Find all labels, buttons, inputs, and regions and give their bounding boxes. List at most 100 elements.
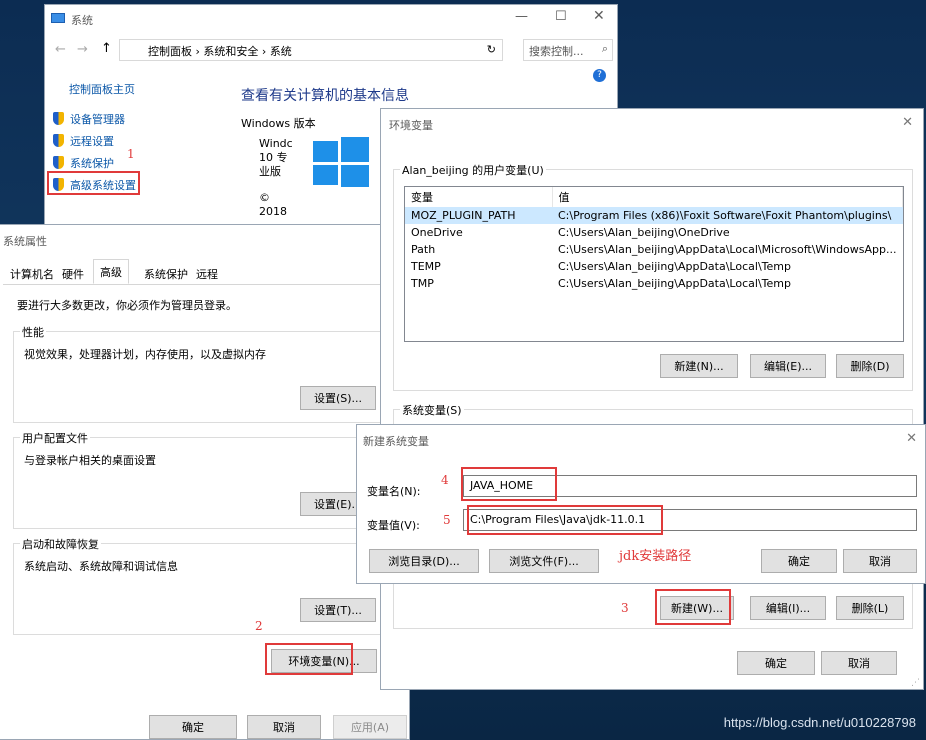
var-name: Path <box>411 243 436 256</box>
startup-recovery-desc: 系统启动、系统故障和调试信息 <box>24 560 178 573</box>
search-input[interactable]: 搜索控制... ⌕ <box>523 39 613 61</box>
performance-group: 性能 视觉效果，处理器计划，内存使用，以及虚拟内存 设置(S)... <box>13 324 393 423</box>
envvars-title: 环境变量 <box>389 119 433 132</box>
column-header-name[interactable]: 变量 <box>405 187 553 207</box>
tab-hardware[interactable]: 硬件 <box>55 261 91 283</box>
table-row[interactable]: TEMP C:\Users\Alan_beijing\AppData\Local… <box>405 258 903 275</box>
forward-arrow-icon[interactable]: → <box>77 42 88 57</box>
breadcrumb-security[interactable]: 系统和安全 <box>203 45 258 58</box>
shield-icon <box>53 134 64 147</box>
table-row[interactable]: MOZ_PLUGIN_PATH C:\Program Files (x86)\F… <box>405 207 903 224</box>
system-title: 系统 <box>71 14 93 27</box>
sysprops-title: 系统属性 <box>3 235 47 248</box>
column-header-value[interactable]: 值 <box>552 187 903 207</box>
system-variables-label: 系统变量(S) <box>400 402 464 418</box>
tab-advanced[interactable]: 高级 <box>93 259 129 284</box>
var-value: C:\Users\Alan_beijing\AppData\Local\Temp <box>558 260 791 273</box>
user-profiles-desc: 与登录帐户相关的桌面设置 <box>24 454 156 467</box>
var-value: C:\Users\Alan_beijing\AppData\Local\Micr… <box>558 243 897 256</box>
annotation-2: 2 <box>255 619 263 633</box>
startup-recovery-label: 启动和故障恢复 <box>20 536 101 552</box>
system-properties-dialog: 系统属性 计算机名 硬件 高级 系统保护 远程 要进行大多数更改，你必须作为管理… <box>0 224 410 740</box>
sidebar-item-remote[interactable]: 远程设置 <box>53 133 114 149</box>
new-system-variable-dialog: 新建系统变量 ✕ 变量名(N): JAVA_HOME 4 变量值(V): C:\… <box>356 424 926 584</box>
user-variables-table[interactable]: 变量 值 MOZ_PLUGIN_PATH C:\Program Files (x… <box>404 186 904 342</box>
sys-edit-button[interactable]: 编辑(I)... <box>750 596 826 620</box>
annotation-3: 3 <box>621 601 629 615</box>
envvars-cancel-button[interactable]: 取消 <box>821 651 897 675</box>
help-icon[interactable]: ? <box>593 69 606 82</box>
monitor-icon <box>51 13 65 23</box>
resize-grip-icon[interactable]: ⋰ <box>911 678 920 688</box>
user-new-button[interactable]: 新建(N)... <box>660 354 738 378</box>
refresh-icon[interactable]: ↻ <box>487 43 496 56</box>
highlight-sys-new <box>655 589 731 625</box>
admin-note: 要进行大多数更改，你必须作为管理员登录。 <box>17 299 237 312</box>
var-name: MOZ_PLUGIN_PATH <box>405 207 552 224</box>
envvars-ok-button[interactable]: 确定 <box>737 651 815 675</box>
watermark: https://blog.csdn.net/u010228798 <box>723 715 916 730</box>
var-name: OneDrive <box>411 226 463 239</box>
variables-table: 变量 值 MOZ_PLUGIN_PATH C:\Program Files (x… <box>405 187 903 292</box>
var-value: C:\Users\Alan_beijing\AppData\Local\Temp <box>558 277 791 290</box>
up-arrow-icon[interactable]: ↑ <box>101 41 112 56</box>
user-variables-group: Alan_beijing 的用户变量(U) 变量 值 MOZ_PLUGIN_PA… <box>393 162 913 391</box>
variable-name-label: 变量名(N): <box>367 485 421 498</box>
table-row[interactable]: OneDrive C:\Users\Alan_beijing\OneDrive <box>405 224 903 241</box>
startup-recovery-group: 启动和故障恢复 系统启动、系统故障和调试信息 设置(T)... <box>13 536 393 635</box>
highlight-advanced-settings <box>47 171 140 195</box>
close-icon[interactable]: ✕ <box>902 115 913 130</box>
jdk-path-note: jdk安装路径 <box>619 549 692 564</box>
maximize-icon[interactable]: ☐ <box>555 9 567 24</box>
environment-variables-dialog: 环境变量 ✕ Alan_beijing 的用户变量(U) 变量 值 MOZ_PL… <box>380 108 924 690</box>
highlight-value-field <box>467 505 663 535</box>
back-arrow-icon[interactable]: ← <box>55 42 66 57</box>
close-icon[interactable]: ✕ <box>593 8 605 24</box>
shield-icon <box>53 156 64 169</box>
shield-icon <box>53 112 64 125</box>
breadcrumb-system[interactable]: 系统 <box>270 45 292 58</box>
newvar-cancel-button[interactable]: 取消 <box>843 549 917 573</box>
breadcrumb-control-panel[interactable]: 控制面板 <box>148 45 192 58</box>
sys-delete-button[interactable]: 删除(L) <box>836 596 904 620</box>
sysprops-apply-button[interactable]: 应用(A) <box>333 715 407 739</box>
search-icon: ⌕ <box>601 42 608 55</box>
highlight-name-field <box>461 467 557 501</box>
sidebar-item-protection[interactable]: 系统保护 <box>53 155 114 171</box>
edition-text: Windc 10 专 业版 <box>259 137 293 178</box>
var-value: C:\Users\Alan_beijing\OneDrive <box>558 226 730 239</box>
user-edit-button[interactable]: 编辑(E)... <box>750 354 826 378</box>
sidebar-item-device-manager[interactable]: 设备管理器 <box>53 111 125 127</box>
performance-label: 性能 <box>20 324 46 340</box>
tab-system-protection[interactable]: 系统保护 <box>137 261 195 283</box>
cp-home-link[interactable]: 控制面板主页 <box>69 81 135 97</box>
table-row[interactable]: TMP C:\Users\Alan_beijing\AppData\Local\… <box>405 275 903 292</box>
user-variables-label: Alan_beijing 的用户变量(U) <box>400 162 546 178</box>
user-profiles-group: 用户配置文件 与登录帐户相关的桌面设置 设置(E)... <box>13 430 393 529</box>
newvar-title: 新建系统变量 <box>363 435 429 448</box>
breadcrumb[interactable]: 控制面板 › 系统和安全 › 系统 ↻ <box>119 39 503 61</box>
tab-remote[interactable]: 远程 <box>189 261 225 283</box>
var-name: TMP <box>411 277 434 290</box>
annotation-4: 4 <box>441 473 449 487</box>
annotation-1: 1 <box>127 147 135 161</box>
tab-computer-name[interactable]: 计算机名 <box>3 261 61 283</box>
address-bar-row: ← → ↑ 控制面板 › 系统和安全 › 系统 ↻ 搜索控制... ⌕ <box>45 37 617 65</box>
table-row[interactable]: Path C:\Users\Alan_beijing\AppData\Local… <box>405 241 903 258</box>
startup-settings-button[interactable]: 设置(T)... <box>300 598 376 622</box>
variable-value-label: 变量值(V): <box>367 519 420 532</box>
highlight-env-button <box>265 643 353 675</box>
performance-settings-button[interactable]: 设置(S)... <box>300 386 376 410</box>
newvar-ok-button[interactable]: 确定 <box>761 549 837 573</box>
sysprops-cancel-button[interactable]: 取消 <box>247 715 321 739</box>
system-heading: 查看有关计算机的基本信息 <box>241 88 409 104</box>
browse-directory-button[interactable]: 浏览目录(D)... <box>369 549 479 573</box>
user-delete-button[interactable]: 删除(D) <box>836 354 904 378</box>
close-icon[interactable]: ✕ <box>906 431 917 446</box>
var-value: C:\Program Files (x86)\Foxit Software\Fo… <box>552 207 903 224</box>
sysprops-ok-button[interactable]: 确定 <box>149 715 237 739</box>
user-profiles-label: 用户配置文件 <box>20 430 90 446</box>
edition-label: Windows 版本 <box>241 117 316 130</box>
minimize-icon[interactable]: — <box>515 9 528 24</box>
browse-file-button[interactable]: 浏览文件(F)... <box>489 549 599 573</box>
